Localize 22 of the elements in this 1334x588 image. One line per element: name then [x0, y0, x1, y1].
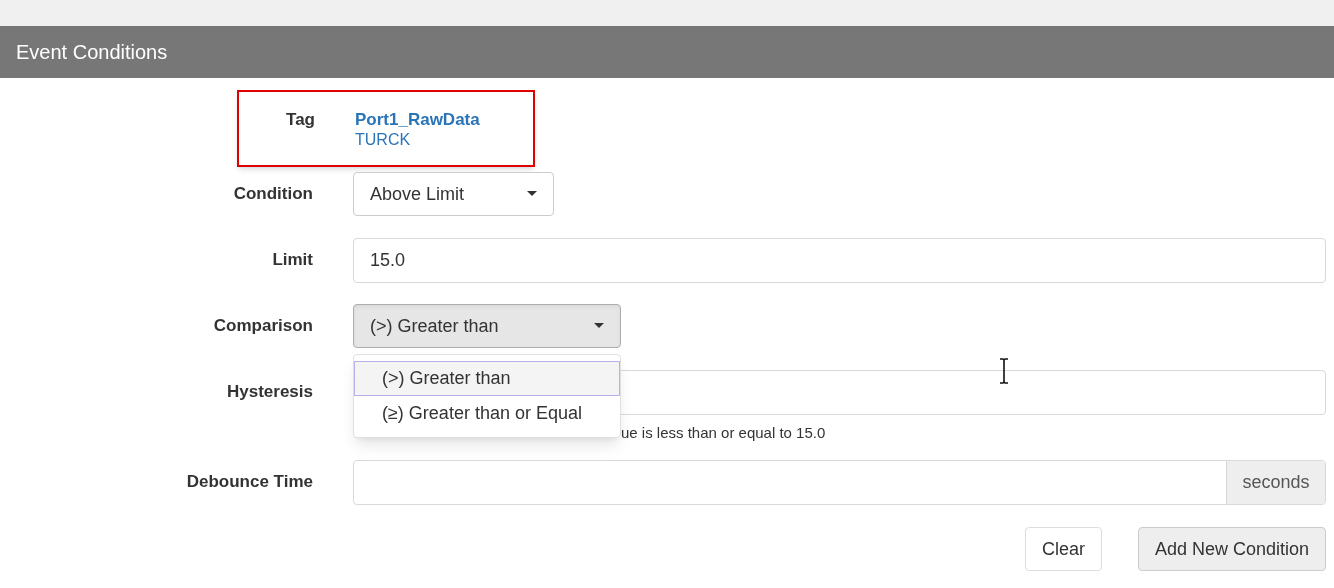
clear-button[interactable]: Clear: [1024, 527, 1102, 571]
field-label: Condition: [233, 184, 313, 203]
field-label: Tag: [286, 110, 315, 129]
text-cursor-icon: [999, 358, 1009, 384]
caret-icon: [594, 323, 604, 329]
menu-item[interactable]: (>) Greater than: [354, 361, 620, 396]
add-condition-button[interactable]: Add New Condition: [1137, 527, 1326, 571]
field-label: Hysteresis: [227, 382, 313, 401]
tag-link[interactable]: Port1_RawData: [355, 110, 480, 130]
tag-source: TURCK: [355, 130, 412, 150]
menu-item[interactable]: (≥) Greater than or Equal: [354, 396, 620, 431]
input-addon: seconds: [1226, 461, 1325, 504]
field-label: Limit: [272, 250, 313, 269]
field-label: Debounce Time: [186, 472, 313, 491]
dropdown-button[interactable]: (>) Greater than: [353, 304, 621, 348]
input-field[interactable]: seconds: [353, 460, 1326, 505]
dropdown-button[interactable]: Above Limit: [353, 172, 554, 216]
field-label: Comparison: [213, 316, 313, 335]
input-field[interactable]: 15.0: [353, 238, 1326, 283]
help-text: ue is less than or equal to 15.0: [621, 423, 826, 443]
caret-icon: [527, 191, 537, 197]
panel-title: Event Conditions: [16, 40, 168, 65]
